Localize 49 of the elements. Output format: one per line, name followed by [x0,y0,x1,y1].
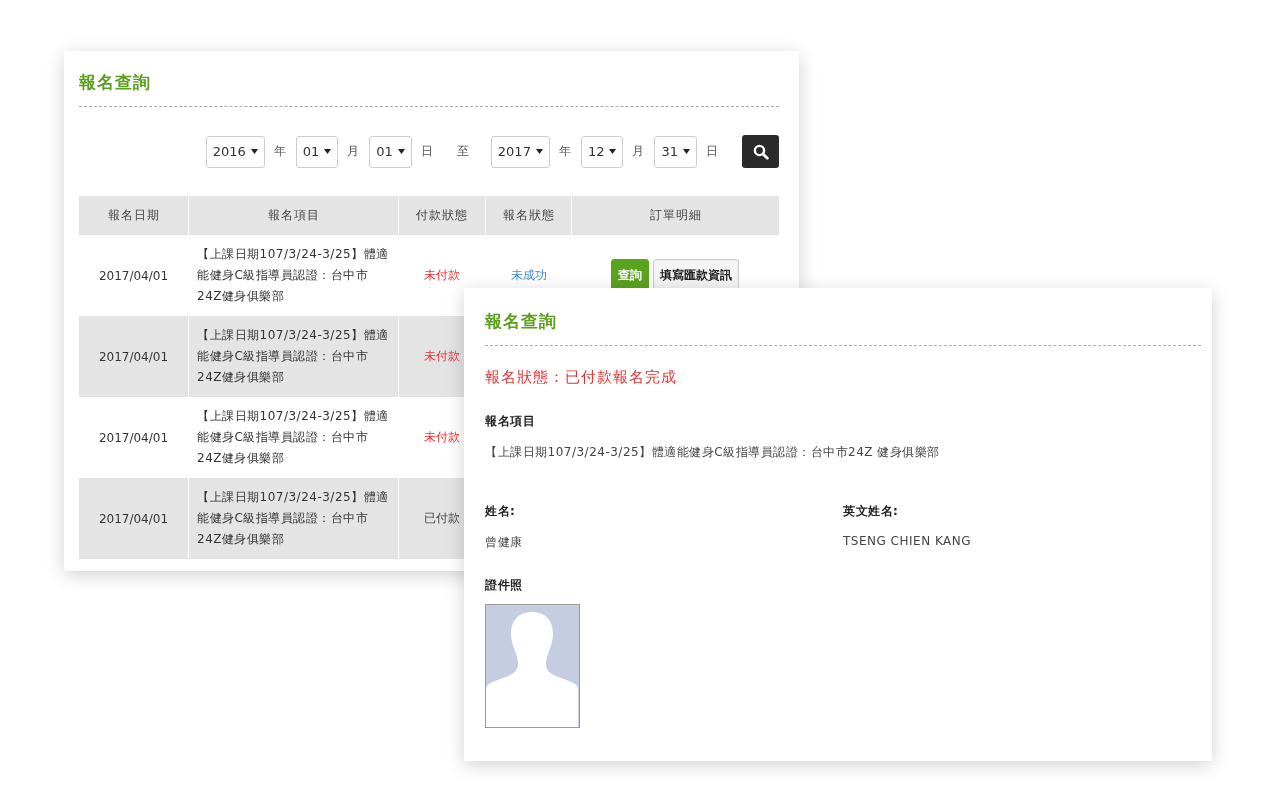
field-label: 報名項目 [485,413,536,430]
item-cell-text: 【上課日期107/3/24-3/25】體適能健身C級指導員認證：台中市24Z健身俱樂部 [197,246,390,305]
field-label: 證件照 [485,577,524,594]
payment-status: 未付款 [424,348,460,365]
date-unit-label: 年 [273,143,286,160]
date-cell: 2017/04/01 [98,511,169,526]
field-label: 姓名: [485,503,517,520]
date-unit-label: 日 [420,143,433,160]
date-unit-label: 月 [347,143,360,160]
caret-icon [397,149,405,154]
panel-title: 報名查詢 [485,310,558,333]
item-value: 【上課日期107/3/24-3/25】體適能健身C級指導員認證：台中市24Z 健身俱樂部 [485,444,941,461]
payment-status: 未付款 [424,267,460,284]
date-unit-label: 日 [706,143,718,160]
date-select[interactable]: 12 [580,135,624,168]
caret-icon [324,149,332,154]
panel-title: 報名查詢 [79,71,152,94]
field-value: TSENG CHIEN KANG [843,534,973,548]
date-unit-label: 月 [632,143,645,160]
field-value: 曾健康 [485,534,524,551]
registration-status: 未成功 [510,267,547,284]
date-cell: 2017/04/01 [98,430,169,445]
column-header: 報名狀態 [486,196,572,235]
range-separator: 至 [456,143,469,160]
caret-icon [250,149,258,154]
item-cell-text: 【上課日期107/3/24-3/25】體適能健身C級指導員認證：台中市24Z健身俱樂部 [197,327,390,386]
date-select[interactable]: 2017 [490,135,550,168]
item-cell-text: 【上課日期107/3/24-3/25】體適能健身C級指導員認證：台中市24Z健身俱樂部 [197,408,390,467]
date-select[interactable]: 2016 [205,135,265,168]
search-icon [752,143,769,160]
date-select[interactable]: 01 [369,135,412,168]
date-cell: 2017/04/01 [98,268,169,283]
column-header: 報名日期 [79,196,189,235]
search-button[interactable] [742,135,779,168]
date-unit-label: 年 [558,143,571,160]
registration-status-text: 報名狀態：已付款報名完成 [485,368,678,387]
date-cell: 2017/04/01 [98,349,169,364]
date-select[interactable]: 31 [654,135,697,168]
field-label: 英文姓名: [843,503,900,520]
column-header: 訂單明細 [648,207,703,224]
payment-status: 已付款 [424,510,460,527]
caret-icon [683,149,690,154]
caret-icon [609,149,617,154]
payment-status: 未付款 [424,429,460,446]
date-select[interactable]: 01 [295,135,339,168]
column-header: 付款狀態 [399,196,486,235]
item-cell-text: 【上課日期107/3/24-3/25】體適能健身C級指導員認證：台中市24Z健身俱樂部 [197,489,390,548]
caret-icon [535,149,543,154]
column-header: 報名項目 [189,196,399,235]
